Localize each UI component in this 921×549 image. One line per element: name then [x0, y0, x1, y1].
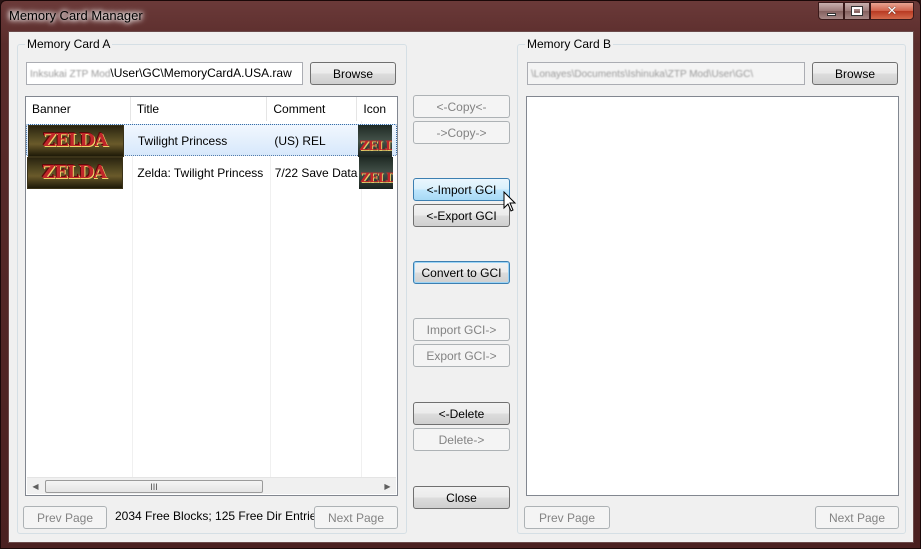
column-header-icon[interactable]: Icon	[357, 97, 397, 121]
mouse-pointer-icon	[503, 191, 517, 212]
copy-left-button[interactable]: <-Copy<-	[413, 95, 510, 118]
zelda-banner-icon: ZELDA	[28, 125, 124, 157]
card-b-file-list[interactable]	[526, 96, 899, 496]
card-b-path-blurred: \Lonayes\Documents\Ishinuka\ZTP Mod\User…	[531, 69, 754, 80]
close-button[interactable]: Close	[413, 486, 510, 509]
export-gci-right-button[interactable]: Export GCI->	[413, 344, 510, 367]
card-b-prev-page-button[interactable]: Prev Page	[524, 506, 610, 529]
banner-cell: ZELDA	[26, 157, 131, 189]
card-a-list-header: Banner Title Comment Icon	[26, 97, 397, 121]
zelda-save-icon: ZELDA	[358, 125, 393, 157]
minimize-icon	[826, 12, 836, 16]
zelda-banner-icon: ZELDA	[27, 157, 123, 189]
card-b-browse-button[interactable]: Browse	[812, 62, 898, 85]
delete-right-button[interactable]: Delete->	[413, 428, 510, 451]
card-a-status: 2034 Free Blocks; 125 Free Dir Entries	[115, 509, 323, 523]
title-cell: Zelda: Twilight Princess	[137, 166, 264, 180]
comment-cell: (US) REL	[274, 134, 326, 148]
card-b-path-field[interactable]: \Lonayes\Documents\Ishinuka\ZTP Mod\User…	[527, 62, 805, 85]
app-window: Memory Card Manager ✕ Memory Card A Inks…	[0, 0, 921, 549]
scrollbar-thumb[interactable]: III	[45, 480, 263, 493]
card-a-path-field[interactable]: Inksukai ZTP Mod\User\GC\MemoryCardA.USA…	[26, 62, 303, 85]
close-icon: ✕	[886, 3, 898, 19]
column-header-title[interactable]: Title	[131, 97, 268, 121]
card-b-next-page-button[interactable]: Next Page	[815, 506, 899, 529]
zelda-save-icon: ZELDA	[359, 157, 394, 189]
card-a-path-text: \User\GC\MemoryCardA.USA.raw	[110, 66, 292, 80]
card-a-prev-page-button[interactable]: Prev Page	[23, 506, 107, 529]
card-a-next-page-button[interactable]: Next Page	[314, 506, 398, 529]
caption-buttons: ✕	[818, 2, 914, 20]
icon-cell: ZELDA	[359, 157, 397, 189]
scroll-left-icon[interactable]: ◀	[27, 478, 44, 495]
memory-card-a-label: Memory Card A	[25, 37, 113, 51]
import-gci-left-button[interactable]: <-Import GCI	[413, 178, 510, 201]
banner-cell: ZELDA	[27, 125, 132, 157]
card-a-browse-button[interactable]: Browse	[310, 62, 396, 85]
icon-cell: ZELDA	[358, 125, 396, 157]
window-title: Memory Card Manager	[9, 8, 143, 23]
minimize-button[interactable]	[818, 2, 844, 20]
card-a-path-blurred: Inksukai ZTP Mod	[30, 69, 111, 80]
card-a-file-list[interactable]: Banner Title Comment Icon ZELDA Twilight…	[25, 96, 398, 496]
close-window-button[interactable]: ✕	[870, 2, 914, 20]
client-area: Memory Card A Inksukai ZTP Mod\User\GC\M…	[8, 31, 914, 543]
card-a-horizontal-scrollbar[interactable]: ◀ III ▶	[27, 477, 396, 494]
column-header-banner[interactable]: Banner	[26, 97, 131, 121]
column-header-comment[interactable]: Comment	[267, 97, 358, 121]
maximize-icon	[851, 6, 863, 16]
title-cell: Twilight Princess	[137, 134, 228, 148]
memory-card-b-label: Memory Card B	[525, 37, 614, 51]
table-row[interactable]: ZELDA Zelda: Twilight Princess 7/22 Save…	[26, 157, 397, 189]
comment-cell: 7/22 Save Data	[274, 166, 358, 180]
delete-left-button[interactable]: <-Delete	[413, 402, 510, 425]
maximize-button[interactable]	[844, 2, 870, 20]
import-gci-right-button[interactable]: Import GCI->	[413, 318, 510, 341]
scroll-right-icon[interactable]: ▶	[379, 478, 396, 495]
table-row[interactable]: ZELDA Twilight Princess (US) REL ZELDA	[26, 124, 397, 157]
title-bar[interactable]: Memory Card Manager ✕	[1, 1, 920, 31]
copy-right-button[interactable]: ->Copy->	[413, 121, 510, 144]
export-gci-left-button[interactable]: <-Export GCI	[413, 204, 510, 227]
convert-to-gci-button[interactable]: Convert to GCI	[413, 261, 510, 284]
